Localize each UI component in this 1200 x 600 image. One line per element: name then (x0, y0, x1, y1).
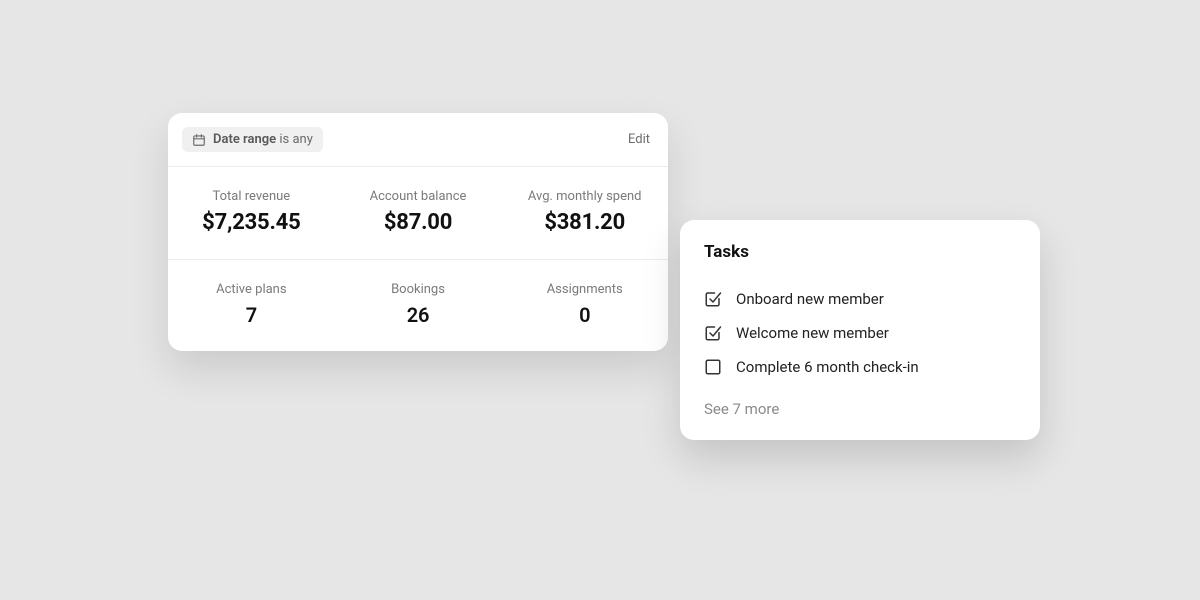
task-label: Complete 6 month check-in (736, 358, 919, 376)
metric-label: Total revenue (178, 189, 325, 204)
metric-value: 26 (345, 303, 492, 327)
metric-label: Avg. monthly spend (511, 189, 658, 204)
metrics-card-header: Date range is any Edit (168, 113, 668, 167)
edit-button[interactable]: Edit (628, 132, 650, 147)
calendar-icon (192, 133, 206, 147)
tasks-title: Tasks (704, 242, 1016, 262)
metric-label: Assignments (511, 282, 658, 297)
date-range-filter[interactable]: Date range is any (182, 127, 323, 152)
metric-account-balance: Account balance $87.00 (335, 167, 502, 259)
metric-total-revenue: Total revenue $7,235.45 (168, 167, 335, 259)
metrics-card: Date range is any Edit Total revenue $7,… (168, 113, 668, 351)
metric-value: 0 (511, 303, 658, 327)
metric-value: $7,235.45 (178, 210, 325, 235)
metric-assignments: Assignments 0 (501, 260, 668, 351)
metrics-row-secondary: Active plans 7 Bookings 26 Assignments 0 (168, 259, 668, 351)
metric-label: Account balance (345, 189, 492, 204)
task-item[interactable]: Complete 6 month check-in (704, 350, 1016, 384)
metric-value: 7 (178, 303, 325, 327)
metric-value: $87.00 (345, 210, 492, 235)
metric-avg-monthly-spend: Avg. monthly spend $381.20 (501, 167, 668, 259)
see-more-link[interactable]: See 7 more (704, 400, 1016, 418)
metric-bookings: Bookings 26 (335, 260, 502, 351)
filter-label-prefix: Date range (213, 132, 276, 147)
task-item[interactable]: Welcome new member (704, 316, 1016, 350)
metric-active-plans: Active plans 7 (168, 260, 335, 351)
task-label: Onboard new member (736, 290, 884, 308)
metric-label: Active plans (178, 282, 325, 297)
checkbox-checked-icon[interactable] (704, 324, 722, 342)
filter-label-suffix: is any (279, 132, 313, 147)
checkbox-unchecked-icon[interactable] (704, 358, 722, 376)
metric-value: $381.20 (511, 210, 658, 235)
tasks-card: Tasks Onboard new member Welcome new mem… (680, 220, 1040, 440)
task-label: Welcome new member (736, 324, 889, 342)
filter-text: Date range is any (213, 132, 313, 147)
metrics-row-primary: Total revenue $7,235.45 Account balance … (168, 167, 668, 259)
task-item[interactable]: Onboard new member (704, 282, 1016, 316)
checkbox-checked-icon[interactable] (704, 290, 722, 308)
metric-label: Bookings (345, 282, 492, 297)
